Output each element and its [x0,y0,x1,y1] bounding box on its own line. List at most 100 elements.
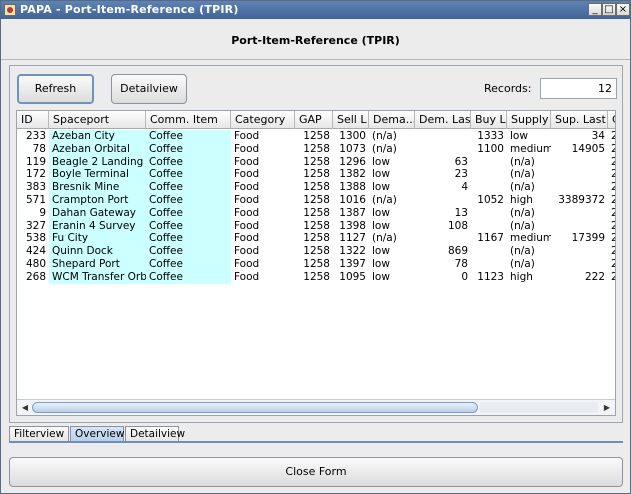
cell-sup-last[interactable]: 3389372 [551,194,608,207]
cell-supply[interactable]: medium [507,232,551,245]
table-row[interactable]: 233 Azeban City Coffee Food 1258 1300 (n/a) 133… [17,130,615,143]
cell-dem-last[interactable]: 63 [415,156,471,169]
column-header-sell-l[interactable]: Sell L [333,111,369,129]
cell-comm-item[interactable]: Coffee [146,206,231,220]
cell-buy-l[interactable]: 1100 [471,143,507,156]
cell-id[interactable]: 480 [17,258,49,271]
cell-buy-l[interactable] [471,220,507,233]
cell-sell-l[interactable]: 1127 [333,232,369,245]
cell-dem-last[interactable]: 4 [415,181,471,194]
cell-gap[interactable]: 1258 [295,143,333,156]
cell-spaceport[interactable]: Boyle Terminal [49,168,146,182]
cell-demand[interactable]: (n/a) [369,130,415,143]
refresh-button[interactable]: Refresh [17,74,94,104]
cell-sup-last[interactable]: 14905 [551,143,608,156]
table-row[interactable]: 480 Shepard Port Coffee Food 1258 1397 low 78 (n… [17,257,615,271]
cell-comm-item[interactable]: Coffee [146,155,231,169]
cell-category[interactable]: Food [231,181,295,194]
cell-dem-last[interactable] [415,143,471,156]
cell-spaceport[interactable]: Beagle 2 Landing [49,155,146,169]
scrollbar-thumb[interactable] [32,402,478,413]
table-row[interactable]: 9 Dahan Gateway Coffee Food 1258 1387 low 13 (n/… [17,206,615,220]
column-header-gap[interactable]: GAP [295,111,333,129]
records-count-field[interactable]: 12 [540,78,617,99]
cell-sell-l[interactable]: 1296 [333,156,369,169]
cell-gap[interactable]: 1258 [295,156,333,169]
cell-comm-item[interactable]: Coffee [146,245,231,258]
table-row[interactable]: 327 Eranin 4 Survey Coffee Food 1258 1398 low 1… [17,219,615,233]
table-row[interactable]: 424 Quinn Dock Coffee Food 1258 1322 low 869 (n/… [17,245,615,258]
cell-gap[interactable]: 1258 [295,130,333,143]
cell-gap[interactable]: 1258 [295,181,333,194]
cell-id[interactable]: 172 [17,168,49,181]
cell-dem-last[interactable] [415,194,471,207]
cell-c[interactable]: 2 [608,156,615,169]
close-form-button[interactable]: Close Form [9,457,623,487]
scroll-right-icon[interactable]: ▶ [601,403,613,413]
cell-category[interactable]: Food [231,232,295,245]
tab-overview[interactable]: Overview [70,426,124,442]
cell-spaceport[interactable]: Azeban City [49,130,146,143]
cell-c[interactable]: 2 [608,181,615,194]
cell-gap[interactable]: 1258 [295,245,333,258]
cell-category[interactable]: Food [231,143,295,156]
cell-id[interactable]: 571 [17,194,49,207]
cell-buy-l[interactable] [471,245,507,258]
cell-demand[interactable]: low [369,258,415,271]
cell-dem-last[interactable]: 78 [415,258,471,271]
cell-dem-last[interactable]: 13 [415,207,471,220]
cell-demand[interactable]: low [369,168,415,181]
cell-sup-last[interactable] [551,156,608,169]
cell-buy-l[interactable]: 1333 [471,130,507,143]
cell-dem-last[interactable]: 23 [415,168,471,181]
cell-comm-item[interactable]: Coffee [146,257,231,271]
cell-demand[interactable]: (n/a) [369,194,415,207]
cell-category[interactable]: Food [231,245,295,258]
cell-supply[interactable]: (n/a) [507,181,551,194]
table-row[interactable]: 78 Azeban Orbital Coffee Food 1258 1073 (n/a) 1… [17,142,615,156]
cell-gap[interactable]: 1258 [295,271,333,284]
cell-gap[interactable]: 1258 [295,232,333,245]
close-window-button[interactable]: × [616,3,630,16]
cell-dem-last[interactable] [415,130,471,143]
cell-buy-l[interactable] [471,181,507,194]
cell-supply[interactable]: (n/a) [507,258,551,271]
cell-sell-l[interactable]: 1095 [333,271,369,284]
cell-comm-item[interactable]: Coffee [146,181,231,194]
cell-c[interactable]: 2 [608,130,615,143]
cell-buy-l[interactable] [471,207,507,220]
cell-c[interactable]: 2 [608,143,615,156]
column-header-dem-last[interactable]: Dem. Last [415,111,471,129]
cell-id[interactable]: 424 [17,245,49,258]
cell-spaceport[interactable]: Dahan Gateway [49,206,146,220]
cell-sell-l[interactable]: 1398 [333,220,369,233]
cell-category[interactable]: Food [231,130,295,143]
cell-c[interactable]: 2 [608,232,615,245]
cell-gap[interactable]: 1258 [295,168,333,181]
tab-detailview[interactable]: Detailview [125,426,185,442]
column-header-supply[interactable]: Supply [507,111,551,129]
cell-buy-l[interactable] [471,258,507,271]
cell-sup-last[interactable] [551,181,608,194]
table-row[interactable]: 383 Bresnik Mine Coffee Food 1258 1388 low 4 (n/… [17,181,615,194]
cell-sell-l[interactable]: 1382 [333,168,369,181]
cell-spaceport[interactable]: Fu City [49,232,146,246]
column-header-spaceport[interactable]: Spaceport [49,111,146,129]
cell-sup-last[interactable] [551,245,608,258]
cell-id[interactable]: 538 [17,232,49,245]
cell-id[interactable]: 383 [17,181,49,194]
cell-supply[interactable]: high [507,194,551,207]
cell-c[interactable]: 2 [608,245,615,258]
cell-supply[interactable]: low [507,130,551,143]
cell-comm-item[interactable]: Coffee [146,270,231,284]
cell-sup-last[interactable]: 222 [551,271,608,284]
cell-demand[interactable]: low [369,181,415,194]
cell-gap[interactable]: 1258 [295,207,333,220]
cell-sup-last[interactable] [551,220,608,233]
cell-demand[interactable]: (n/a) [369,232,415,245]
maximize-button[interactable]: □ [602,3,616,16]
cell-sell-l[interactable]: 1322 [333,245,369,258]
table-row[interactable]: 571 Crampton Port Coffee Food 1258 1016 (n/a) 1… [17,193,615,207]
column-header-comm-item[interactable]: Comm. Item [146,111,231,129]
column-header-category[interactable]: Category [231,111,295,129]
